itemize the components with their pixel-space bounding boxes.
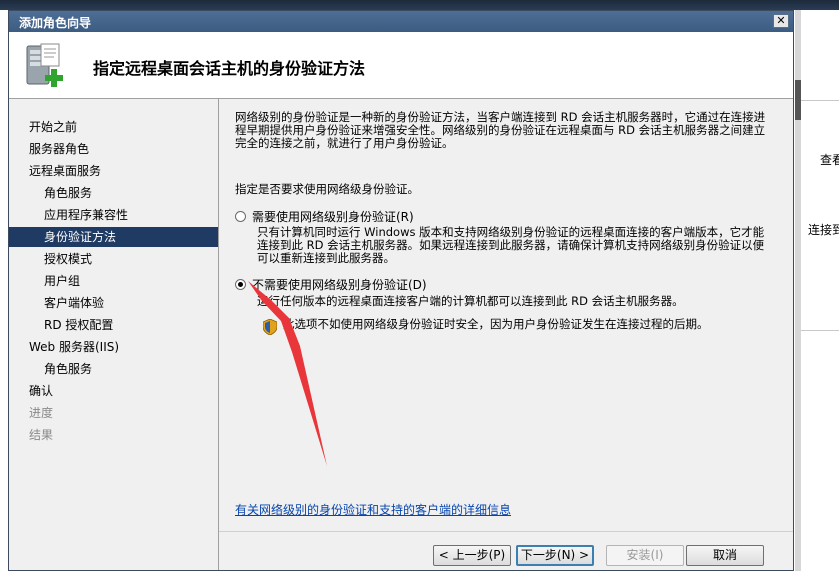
next-button[interactable]: 下一步(N) > [516,545,594,566]
background-divider [801,100,839,101]
background-connect-link[interactable]: 连接到 [808,221,839,238]
radio-do-not-require-nla[interactable] [235,279,246,290]
nav-item-client-experience[interactable]: 客户端体验 [9,293,218,313]
nav-item-server-roles[interactable]: 服务器角色 [9,139,218,159]
wizard-nav: 开始之前 服务器角色 远程桌面服务 角色服务 应用程序兼容性 身份验证方法 授权… [9,99,219,570]
close-button[interactable]: ✕ [773,14,789,28]
server-add-role-icon [26,43,63,87]
nav-item-confirmation[interactable]: 确认 [9,381,218,401]
add-roles-wizard-dialog: 添加角色向导 ✕ 指定远程桌面会话主机的身份验证方法 开始之前 服务器角色 远程… [8,10,794,571]
page-title: 指定远程桌面会话主机的身份验证方法 [93,59,366,78]
question-text: 指定是否要求使用网络级身份验证。 [235,182,419,196]
cancel-button[interactable]: 取消 [686,545,764,566]
nav-item-before-you-begin[interactable]: 开始之前 [9,117,218,137]
nav-item-licensing-mode[interactable]: 授权模式 [9,249,218,269]
option1-description: 只有计算机同时运行 Windows 版本和支持网络级别身份验证的远程桌面连接的客… [257,225,765,265]
previous-button[interactable]: < 上一步(P) [433,545,511,566]
install-button: 安装(I) [606,545,684,566]
radio-require-nla[interactable] [235,211,246,222]
background-right-panel: 查看 连接到 [801,10,839,571]
wizard-content: 网络级别的身份验证是一种新的身份验证方法，当客户端连接到 RD 会话主机服务器时… [219,99,793,529]
nav-item-user-groups[interactable]: 用户组 [9,271,218,291]
intro-text: 网络级别的身份验证是一种新的身份验证方法，当客户端连接到 RD 会话主机服务器时… [235,110,766,150]
nav-item-web-server-iis[interactable]: Web 服务器(IIS) [9,337,218,357]
radio-do-not-require-nla-label[interactable]: 不需要使用网络级别身份验证(D) [252,276,427,293]
nav-item-remote-desktop-services[interactable]: 远程桌面服务 [9,161,218,181]
nav-item-rd-licensing[interactable]: RD 授权配置 [9,315,218,335]
nav-item-authentication-method[interactable]: 身份验证方法 [9,227,218,247]
nav-item-role-services[interactable]: 角色服务 [9,183,218,203]
footer-separator [219,531,793,532]
nav-item-results: 结果 [29,428,54,442]
wizard-header: 指定远程桌面会话主机的身份验证方法 [9,32,793,99]
more-info-link[interactable]: 有关网络级别的身份验证和支持的客户端的详细信息 [235,501,511,518]
security-warning-text: 此选项不如使用网络级身份验证时安全，因为用户身份验证发生在连接过程的后期。 [283,317,709,331]
radio-require-nla-label[interactable]: 需要使用网络级别身份验证(R) [252,208,414,225]
background-divider [801,330,839,331]
nav-item-progress: 进度 [29,406,54,420]
window-title: 添加角色向导 [19,16,92,30]
nav-item-app-compatibility[interactable]: 应用程序兼容性 [9,205,218,225]
background-title-strip [0,0,839,10]
security-shield-icon [263,319,277,335]
radio-selected-dot [238,282,243,287]
nav-item-iis-role-services[interactable]: 角色服务 [9,359,218,379]
title-bar[interactable]: 添加角色向导 ✕ [9,11,793,32]
background-view-link[interactable]: 查看 [820,151,839,168]
option2-description: 运行任何版本的远程桌面连接客户端的计算机都可以连接到此 RD 会话主机服务器。 [257,294,684,308]
